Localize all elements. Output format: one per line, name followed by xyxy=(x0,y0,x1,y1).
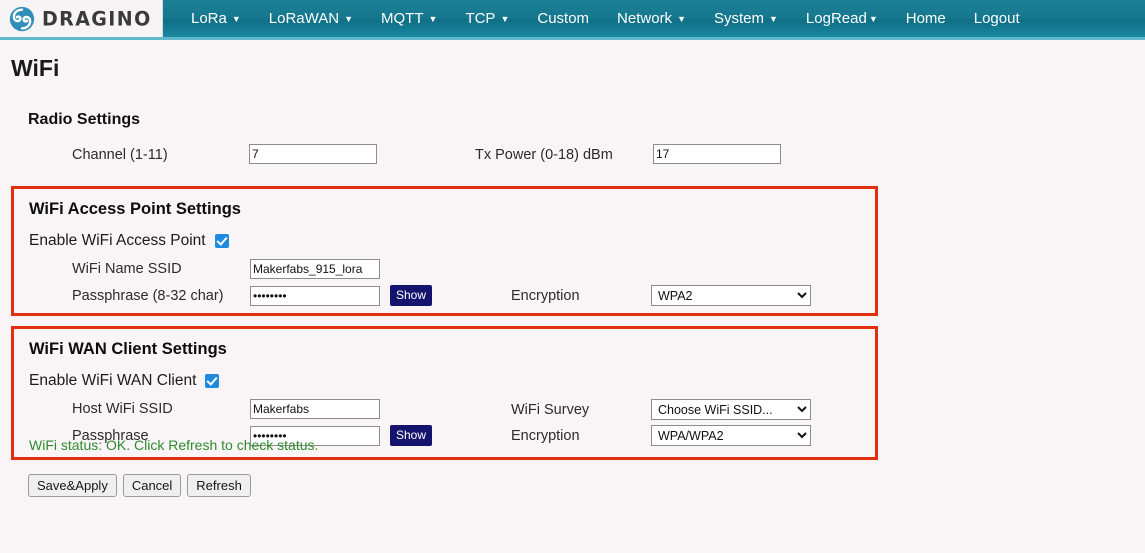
chevron-down-icon: ▼ xyxy=(868,14,878,24)
radio-settings-heading: Radio Settings xyxy=(28,111,141,128)
wan-encryption-row: Encryption WPA/WPA2 xyxy=(511,425,811,446)
tx-power-label: Tx Power (0-18) dBm xyxy=(475,147,613,163)
nav-item-lora[interactable]: LoRa ▼ xyxy=(177,0,255,37)
page-title: WiFi xyxy=(11,55,60,81)
top-navigation-bar: DRAGINO LoRa ▼ LoRaWAN ▼ MQTT ▼ TCP ▼ Cu… xyxy=(0,0,1145,40)
ap-passphrase-input[interactable] xyxy=(250,285,380,306)
access-point-settings-panel: WiFi Access Point Settings Enable WiFi A… xyxy=(11,186,878,316)
page-body: WiFi Radio Settings Channel (1-11) Tx Po… xyxy=(0,55,1145,497)
ap-passphrase-row: Passphrase (8-32 char) Show xyxy=(72,285,433,306)
refresh-button[interactable]: Refresh xyxy=(187,474,251,497)
enable-access-point-label: Enable WiFi Access Point xyxy=(29,232,206,249)
nav-item-label: TCP xyxy=(465,10,496,27)
wan-encryption-select[interactable]: WPA/WPA2 xyxy=(651,425,811,446)
nav-item-custom[interactable]: Custom xyxy=(523,0,603,37)
ap-encryption-label: Encryption xyxy=(511,287,580,304)
brand-logo-text: DRAGINO xyxy=(42,6,152,31)
channel-input[interactable] xyxy=(249,144,377,164)
chevron-down-icon: ▼ xyxy=(677,14,686,24)
enable-wan-client-checkbox[interactable] xyxy=(205,374,220,388)
wifi-survey-select[interactable]: Choose WiFi SSID... xyxy=(651,399,811,420)
wan-show-passphrase-button[interactable]: Show xyxy=(390,425,433,446)
nav-item-home[interactable]: Home xyxy=(892,0,960,37)
save-apply-button[interactable]: Save&Apply xyxy=(28,474,117,497)
ap-ssid-input[interactable] xyxy=(250,259,380,279)
nav-item-label: MQTT xyxy=(381,10,424,27)
chevron-down-icon: ▼ xyxy=(231,14,241,24)
brand-logo[interactable]: DRAGINO xyxy=(0,0,163,37)
wifi-survey-label: WiFi Survey xyxy=(511,401,590,418)
wan-ssid-label: Host WiFi SSID xyxy=(72,401,173,417)
nav-item-label: LoRaWAN xyxy=(268,10,340,27)
dragino-swirl-icon xyxy=(9,6,35,31)
wifi-status-text: WiFi status: OK. Click Refresh to check … xyxy=(29,437,319,453)
nav-item-mqtt[interactable]: MQTT ▼ xyxy=(367,0,451,37)
ap-encryption-row: Encryption WPA2 xyxy=(511,285,811,306)
tx-power-input[interactable] xyxy=(653,144,781,164)
chevron-down-icon: ▼ xyxy=(428,14,438,24)
nav-item-logout[interactable]: Logout xyxy=(960,0,1034,37)
nav-item-label: Logout xyxy=(973,10,1020,27)
ap-encryption-select[interactable]: WPA2 xyxy=(651,285,811,306)
nav-item-label: LogRead xyxy=(805,10,867,27)
nav-item-logread[interactable]: LogRead ▼ xyxy=(792,0,892,37)
nav-item-label: Home xyxy=(905,10,946,27)
access-point-heading: WiFi Access Point Settings xyxy=(29,200,241,218)
ap-ssid-label: WiFi Name SSID xyxy=(72,261,182,277)
chevron-down-icon: ▼ xyxy=(344,14,354,24)
radio-settings-fields: Channel (1-11) Tx Power (0-18) dBm xyxy=(28,144,1145,168)
nav-item-label: Custom xyxy=(537,10,590,27)
nav-item-system[interactable]: System ▼ xyxy=(700,0,792,37)
wan-ssid-row: Host WiFi SSID xyxy=(72,399,380,419)
nav-item-tcp[interactable]: TCP ▼ xyxy=(451,0,523,37)
wan-client-settings-panel: WiFi WAN Client Settings Enable WiFi WAN… xyxy=(11,326,878,460)
ap-ssid-row: WiFi Name SSID xyxy=(72,259,380,279)
wan-client-heading: WiFi WAN Client Settings xyxy=(29,340,227,358)
ap-show-passphrase-button[interactable]: Show xyxy=(390,285,433,306)
chevron-down-icon: ▼ xyxy=(500,14,510,24)
nav-item-label: System xyxy=(713,10,764,27)
enable-wan-client-label: Enable WiFi WAN Client xyxy=(29,372,197,389)
ap-passphrase-label: Passphrase (8-32 char) xyxy=(72,287,224,304)
enable-wan-client-row: Enable WiFi WAN Client xyxy=(29,372,220,390)
radio-settings-section: Radio Settings Channel (1-11) Tx Power (… xyxy=(28,111,1145,168)
nav-item-network[interactable]: Network ▼ xyxy=(603,0,700,37)
channel-label: Channel (1-11) xyxy=(72,147,168,163)
nav-item-label: Network xyxy=(617,10,673,27)
nav-item-lorawan[interactable]: LoRaWAN ▼ xyxy=(255,0,367,37)
enable-access-point-checkbox[interactable] xyxy=(214,234,229,248)
nav-item-label: LoRa xyxy=(191,10,227,27)
wan-ssid-input[interactable] xyxy=(250,399,380,419)
chevron-down-icon: ▼ xyxy=(769,14,778,24)
wan-encryption-label: Encryption xyxy=(511,427,580,444)
nav-item-list: LoRa ▼ LoRaWAN ▼ MQTT ▼ TCP ▼ Custom Net… xyxy=(163,0,1145,37)
action-button-row: Save&Apply Cancel Refresh xyxy=(28,474,1145,497)
enable-access-point-row: Enable WiFi Access Point xyxy=(29,232,229,250)
wifi-survey-row: WiFi Survey Choose WiFi SSID... xyxy=(511,399,811,420)
cancel-button[interactable]: Cancel xyxy=(122,474,182,497)
